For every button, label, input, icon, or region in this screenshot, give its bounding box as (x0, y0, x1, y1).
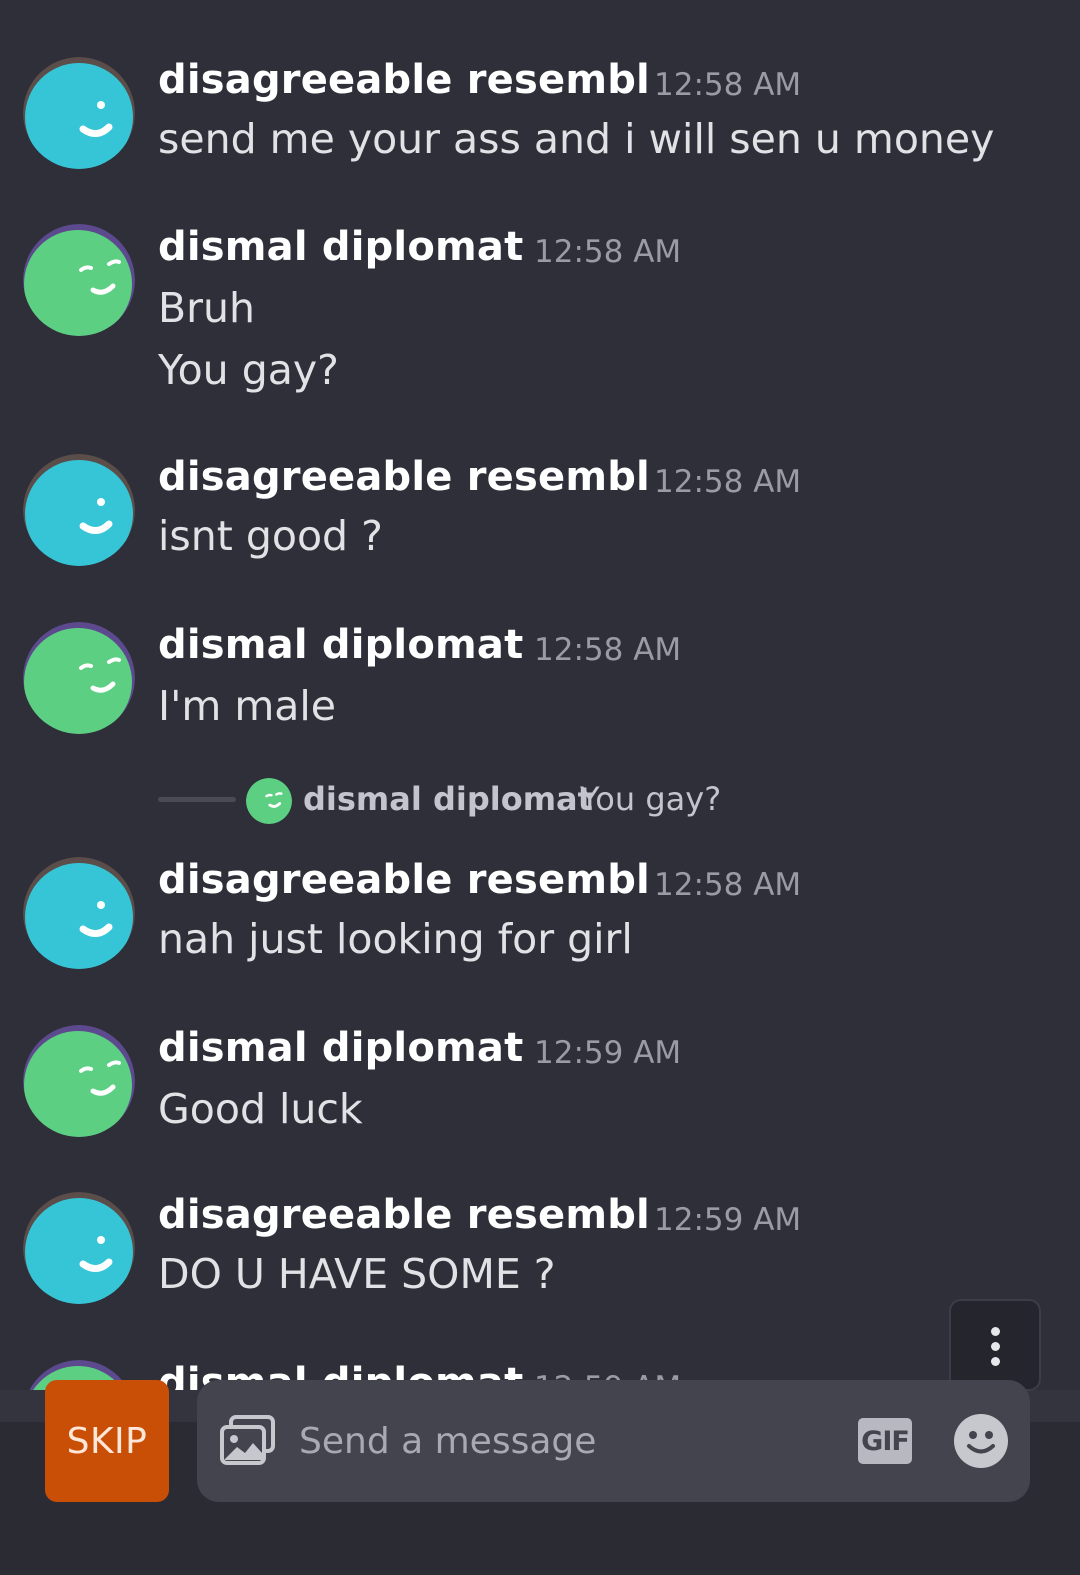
chat-message: dismal diplomat 12:58 AM I'm male (0, 622, 1080, 742)
chat-message: disagreeable resembl 12:59 AM DO U HAVE … (0, 1192, 1080, 1312)
smiley-avatar-icon (23, 454, 135, 566)
message-author[interactable]: dismal diplomat (158, 622, 523, 668)
more-vertical-icon (991, 1357, 1000, 1366)
more-options-button[interactable] (949, 1299, 1041, 1391)
skip-button[interactable]: SKIP (45, 1380, 169, 1502)
avatar[interactable] (23, 454, 135, 566)
message-text: DO U HAVE SOME ? (158, 1250, 556, 1298)
message-timestamp: 12:58 AM (654, 867, 802, 903)
smiley-avatar-icon (23, 857, 135, 969)
message-text: You gay? (158, 346, 339, 394)
sleepy-avatar-icon (246, 778, 292, 824)
more-vertical-icon (991, 1327, 1000, 1336)
smiley-icon[interactable] (953, 1413, 1009, 1473)
chat-message: disagreeable resembl 12:58 AM send me yo… (0, 57, 1080, 177)
smiley-avatar-icon (23, 1192, 135, 1304)
message-text: Good luck (158, 1085, 363, 1133)
reply-reference[interactable]: dismal diplomat You gay? (0, 772, 1080, 828)
reply-author: dismal diplomat (303, 780, 593, 818)
message-text: Bruh (158, 284, 255, 332)
reply-text: You gay? (580, 780, 722, 818)
message-text: I'm male (158, 682, 337, 730)
chat-message: dismal diplomat 12:58 AM Bruh You gay? (0, 224, 1080, 404)
message-timestamp: 12:58 AM (534, 234, 682, 270)
sleepy-avatar-icon (23, 224, 135, 336)
image-icon[interactable] (219, 1415, 277, 1471)
avatar[interactable] (23, 857, 135, 969)
gif-button[interactable]: GIF (858, 1418, 912, 1464)
message-timestamp: 12:58 AM (534, 632, 682, 668)
message-text: nah just looking for girl (158, 915, 633, 963)
sleepy-avatar-icon (23, 1025, 135, 1137)
chat-log: disagreeable resembl 12:58 AM send me yo… (0, 0, 1080, 1390)
message-author[interactable]: disagreeable resembl (158, 1192, 650, 1238)
message-composer: GIF (197, 1380, 1030, 1502)
message-timestamp: 12:58 AM (654, 464, 802, 500)
chat-message: disagreeable resembl 12:58 AM isnt good … (0, 454, 1080, 574)
reply-connector (158, 797, 236, 802)
message-timestamp: 12:59 AM (534, 1035, 682, 1071)
smiley-avatar-icon (23, 57, 135, 169)
chat-message: disagreeable resembl 12:58 AM nah just l… (0, 857, 1080, 977)
message-text: send me your ass and i will sen u money (158, 115, 995, 163)
avatar[interactable] (23, 1192, 135, 1304)
sleepy-avatar-icon (23, 622, 135, 734)
message-author[interactable]: dismal diplomat (158, 1025, 523, 1071)
message-author[interactable]: disagreeable resembl (158, 857, 650, 903)
message-author[interactable]: disagreeable resembl (158, 57, 650, 103)
avatar[interactable] (23, 1025, 135, 1137)
message-author[interactable]: dismal diplomat (158, 224, 523, 270)
reply-avatar (246, 778, 292, 824)
avatar[interactable] (23, 622, 135, 734)
chat-message: dismal diplomat 12:59 AM Good luck (0, 1025, 1080, 1145)
message-author[interactable]: disagreeable resembl (158, 454, 650, 500)
more-vertical-icon (991, 1342, 1000, 1351)
avatar[interactable] (23, 224, 135, 336)
message-input[interactable] (297, 1410, 841, 1472)
avatar[interactable] (23, 57, 135, 169)
message-text: isnt good ? (158, 512, 383, 560)
message-timestamp: 12:59 AM (654, 1202, 802, 1238)
message-timestamp: 12:58 AM (654, 67, 802, 103)
